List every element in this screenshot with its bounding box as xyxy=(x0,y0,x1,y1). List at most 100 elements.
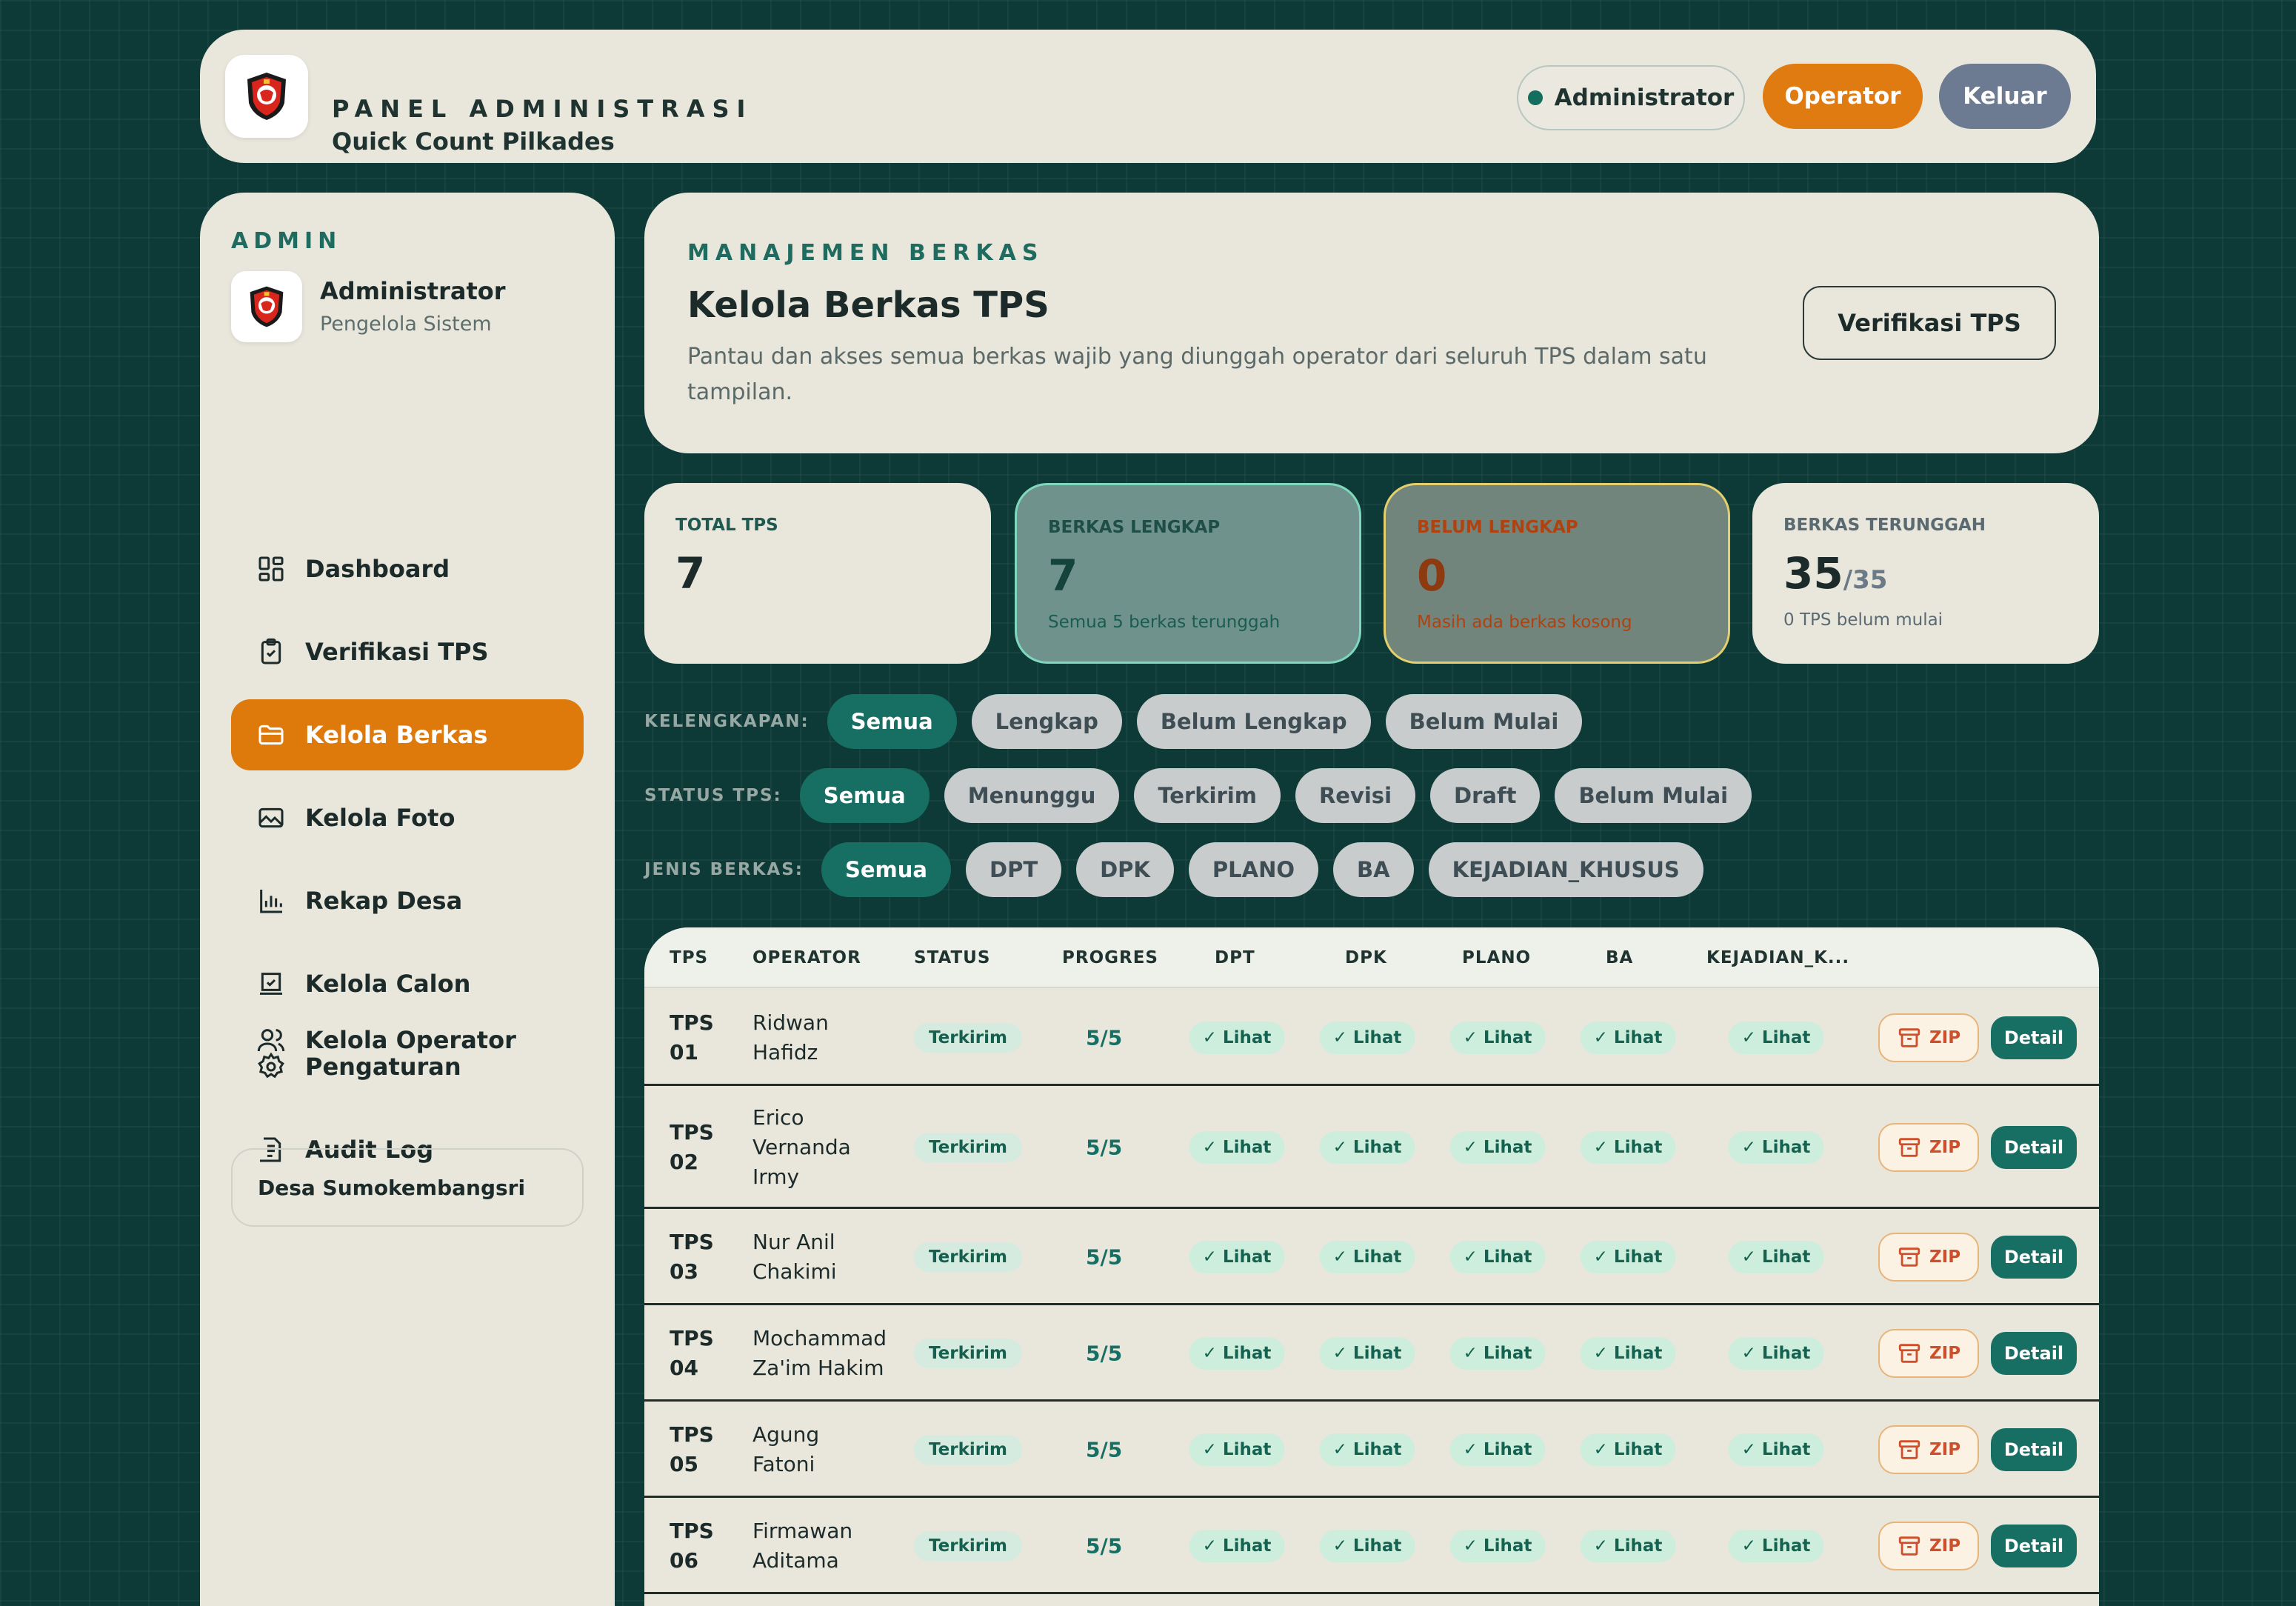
lihat-kejadian-khusus-button[interactable]: ✓ Lihat xyxy=(1728,1131,1824,1164)
chip-status-menunggu[interactable]: Menunggu xyxy=(944,768,1120,823)
chip-status-terkirim[interactable]: Terkirim xyxy=(1134,768,1281,823)
chip-kelengkapan-lengkap[interactable]: Lengkap xyxy=(971,694,1122,749)
zip-download-button[interactable]: ZIP xyxy=(1878,1425,1979,1474)
detail-button[interactable]: Detail xyxy=(1991,1016,2077,1059)
operator-cell-line: Agung xyxy=(752,1422,820,1447)
stat-value-number: 35 xyxy=(1783,548,1843,599)
lihat-dpk-button[interactable]: ✓ Lihat xyxy=(1319,1530,1415,1562)
lihat-dpk-button[interactable]: ✓ Lihat xyxy=(1319,1022,1415,1054)
lihat-kejadian-khusus-button[interactable]: ✓ Lihat xyxy=(1728,1241,1824,1273)
status-dot xyxy=(1527,90,1543,105)
zip-download-button[interactable]: ZIP xyxy=(1878,1233,1979,1282)
lihat-plano-button[interactable]: ✓ Lihat xyxy=(1449,1433,1546,1466)
lihat-ba-button[interactable]: ✓ Lihat xyxy=(1580,1241,1676,1273)
lihat-kejadian-khusus-button[interactable]: ✓ Lihat xyxy=(1728,1433,1824,1466)
lihat-dpt-button[interactable]: ✓ Lihat xyxy=(1189,1131,1285,1164)
lihat-dpk-button[interactable]: ✓ Lihat xyxy=(1319,1337,1415,1370)
sidebar-item-dashboard[interactable]: Dashboard xyxy=(231,533,584,604)
stat-sub: Semua 5 berkas terunggah xyxy=(1048,613,1281,632)
sidebar-item-kelola-foto[interactable]: Kelola Foto xyxy=(231,782,584,853)
lihat-plano-button[interactable]: ✓ Lihat xyxy=(1449,1337,1546,1370)
operator-cell: Ridwan Hafidz xyxy=(752,1008,829,1067)
lihat-ba-button[interactable]: ✓ Lihat xyxy=(1580,1022,1676,1054)
header-title: Quick Count Pilkades xyxy=(332,127,615,156)
stat-value: 0 xyxy=(1417,550,1447,601)
lihat-ba-button[interactable]: ✓ Lihat xyxy=(1580,1131,1676,1164)
operator-cell-line: Ridwan xyxy=(752,1010,829,1035)
lihat-dpk-button[interactable]: ✓ Lihat xyxy=(1319,1433,1415,1466)
stat-belum-lengkap[interactable]: BELUM LENGKAP 0 Masih ada berkas kosong xyxy=(1384,483,1730,664)
chip-jenis-dpt[interactable]: DPT xyxy=(966,842,1062,897)
zip-download-button[interactable]: ZIP xyxy=(1878,1522,1979,1570)
sidebar-item-kelola-operator[interactable]: Kelola Operator xyxy=(231,1004,584,1076)
sidebar: ADMIN Administrator Pengelola Sistem Das… xyxy=(200,193,615,1606)
chip-status-draft[interactable]: Draft xyxy=(1430,768,1541,823)
sidebar-item-verifikasi-tps[interactable]: Verifikasi TPS xyxy=(231,616,584,687)
lihat-ba-button[interactable]: ✓ Lihat xyxy=(1580,1530,1676,1562)
zip-download-button[interactable]: ZIP xyxy=(1878,1329,1979,1378)
chip-status-belum-mulai[interactable]: Belum Mulai xyxy=(1555,768,1752,823)
chip-jenis-kejadian-khusus[interactable]: KEJADIAN_KHUSUS xyxy=(1428,842,1703,897)
lihat-dpt-button[interactable]: ✓ Lihat xyxy=(1189,1022,1285,1054)
users-icon xyxy=(257,1029,285,1052)
filter-label: JENIS BERKAS: xyxy=(644,860,804,879)
chip-status-semua[interactable]: Semua xyxy=(799,768,930,823)
sidebar-item-kelola-berkas[interactable]: Kelola Berkas xyxy=(231,699,584,770)
hero-card: MANAJEMEN BERKAS Kelola Berkas TPS Panta… xyxy=(644,193,2099,453)
chip-jenis-dpk[interactable]: DPK xyxy=(1076,842,1174,897)
stat-berkas-lengkap[interactable]: BERKAS LENGKAP 7 Semua 5 berkas terungga… xyxy=(1015,483,1361,664)
chip-jenis-plano[interactable]: PLANO xyxy=(1188,842,1319,897)
lihat-kejadian-khusus-button[interactable]: ✓ Lihat xyxy=(1728,1337,1824,1370)
detail-button[interactable]: Detail xyxy=(1991,1525,2077,1567)
tps-cell-line: TPS xyxy=(670,1519,714,1543)
chip-status-revisi[interactable]: Revisi xyxy=(1295,768,1416,823)
village-box: Desa Sumokembangsri xyxy=(231,1148,584,1227)
archive-icon xyxy=(1898,1440,1920,1459)
lihat-ba-button[interactable]: ✓ Lihat xyxy=(1580,1337,1676,1370)
chip-kelengkapan-belum-lengkap[interactable]: Belum Lengkap xyxy=(1136,694,1371,749)
operator-cell: Mochammad Za'im Hakim xyxy=(752,1324,887,1383)
chip-jenis-ba[interactable]: BA xyxy=(1333,842,1414,897)
zip-download-button[interactable]: ZIP xyxy=(1878,1013,1979,1062)
sidebar-item-rekap-desa[interactable]: Rekap Desa xyxy=(231,865,584,936)
tps-cell-line: TPS xyxy=(670,1120,714,1144)
filter-label: KELENGKAPAN: xyxy=(644,712,810,731)
lihat-kejadian-khusus-button[interactable]: ✓ Lihat xyxy=(1728,1530,1824,1562)
detail-button[interactable]: Detail xyxy=(1991,1332,2077,1375)
sidebar-item-label: Kelola Foto xyxy=(305,804,455,832)
verifikasi-tps-button[interactable]: Verifikasi TPS xyxy=(1803,286,2056,360)
table-row: TPS 04 Mochammad Za'im Hakim Terkirim 5/5 ✓ Li… xyxy=(644,1305,2099,1402)
lihat-plano-button[interactable]: ✓ Lihat xyxy=(1449,1530,1546,1562)
kpu-logo xyxy=(225,55,308,138)
zip-label: ZIP xyxy=(1929,1536,1961,1556)
lihat-dpk-button[interactable]: ✓ Lihat xyxy=(1319,1131,1415,1164)
detail-button[interactable]: Detail xyxy=(1991,1126,2077,1169)
lihat-plano-button[interactable]: ✓ Lihat xyxy=(1449,1241,1546,1273)
chip-kelengkapan-belum-mulai[interactable]: Belum Mulai xyxy=(1385,694,1583,749)
lihat-dpt-button[interactable]: ✓ Lihat xyxy=(1189,1337,1285,1370)
stat-sub: 0 TPS belum mulai xyxy=(1783,610,1943,630)
detail-button[interactable]: Detail xyxy=(1991,1428,2077,1471)
operator-cell-line: Vernanda xyxy=(752,1135,851,1159)
lihat-dpk-button[interactable]: ✓ Lihat xyxy=(1319,1241,1415,1273)
chip-kelengkapan-semua[interactable]: Semua xyxy=(827,694,957,749)
lihat-kejadian-khusus-button[interactable]: ✓ Lihat xyxy=(1728,1022,1824,1054)
table-row: TPS 02 Erico Vernanda Irmy Terkirim 5/5 ✓ Lihat… xyxy=(644,1086,2099,1209)
lihat-dpt-button[interactable]: ✓ Lihat xyxy=(1189,1241,1285,1273)
lihat-dpt-button[interactable]: ✓ Lihat xyxy=(1189,1433,1285,1466)
detail-button[interactable]: Detail xyxy=(1991,1236,2077,1279)
logout-button[interactable]: Keluar xyxy=(1939,64,2071,129)
lihat-dpt-button[interactable]: ✓ Lihat xyxy=(1189,1530,1285,1562)
photo-icon xyxy=(258,807,284,828)
chip-jenis-semua[interactable]: Semua xyxy=(821,842,951,897)
lihat-plano-button[interactable]: ✓ Lihat xyxy=(1449,1022,1546,1054)
operator-button[interactable]: Operator xyxy=(1763,64,1923,129)
status-badge: Terkirim xyxy=(914,1339,1022,1368)
status-badge: Terkirim xyxy=(914,1023,1022,1053)
lihat-plano-button[interactable]: ✓ Lihat xyxy=(1449,1131,1546,1164)
tps-cell: TPS 06 xyxy=(670,1516,714,1576)
role-badge[interactable]: Administrator xyxy=(1517,65,1745,130)
progress-value: 5/5 xyxy=(1086,1533,1123,1559)
lihat-ba-button[interactable]: ✓ Lihat xyxy=(1580,1433,1676,1466)
zip-download-button[interactable]: ZIP xyxy=(1878,1123,1979,1172)
